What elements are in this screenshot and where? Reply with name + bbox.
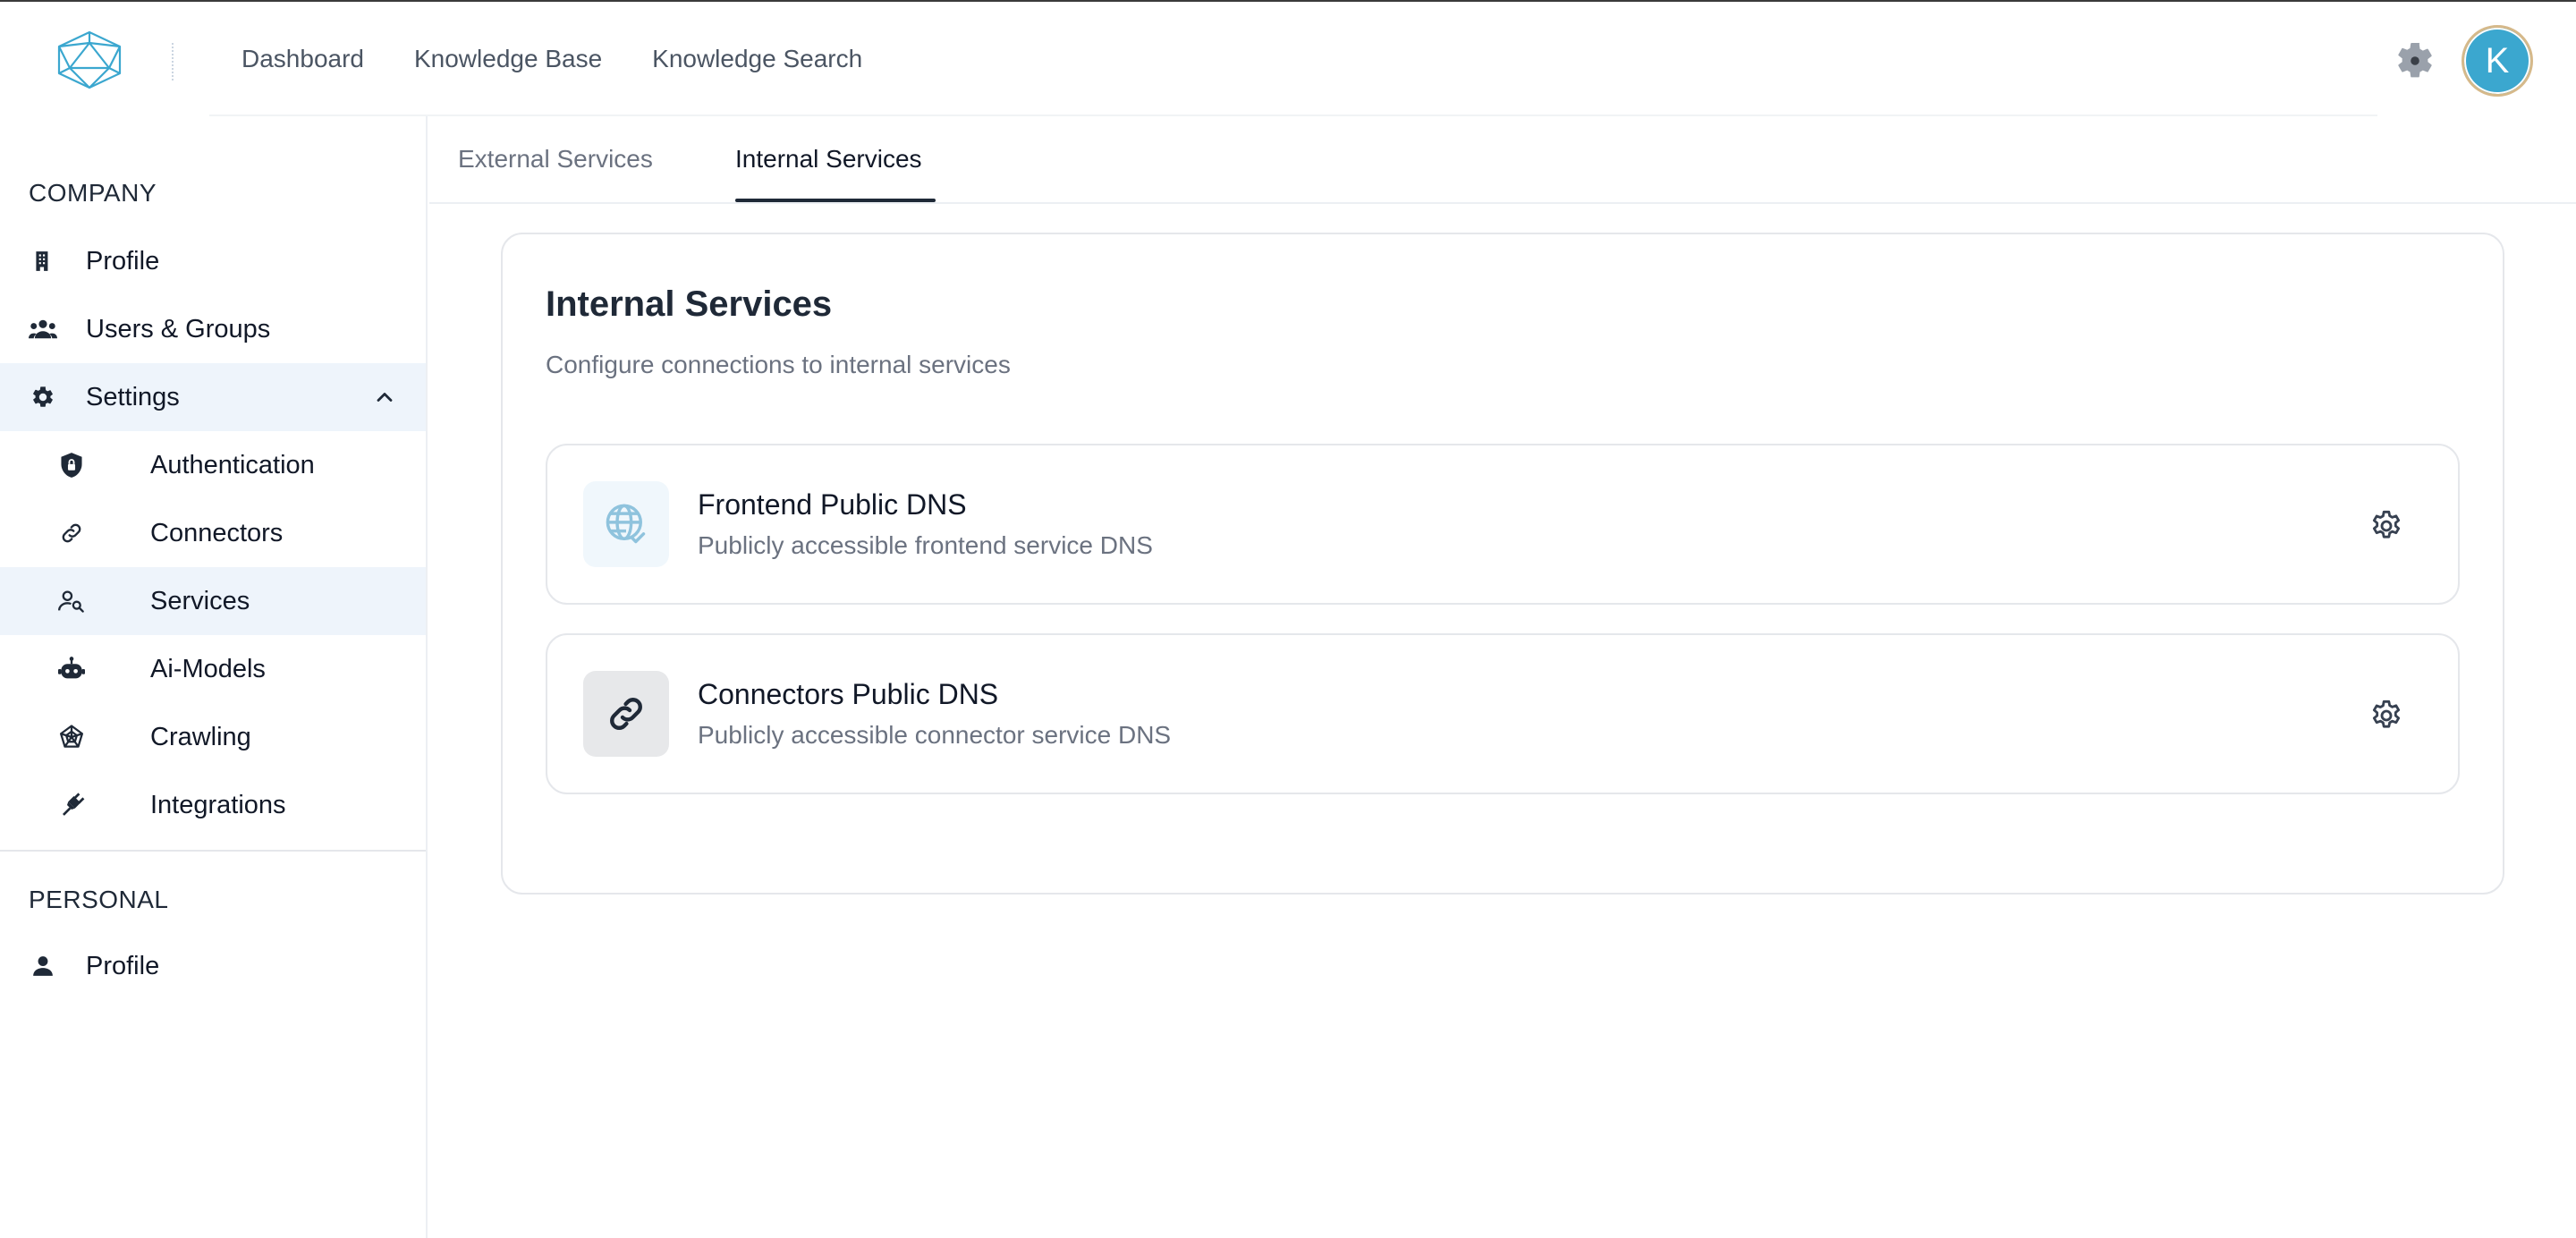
plug-icon <box>55 789 88 821</box>
service-row-frontend-dns[interactable]: Frontend Public DNS Publicly accessible … <box>546 444 2460 605</box>
globe-check-icon <box>583 481 669 567</box>
sidebar-item-authentication[interactable]: Authentication <box>0 431 426 499</box>
nav-dashboard[interactable]: Dashboard <box>242 45 364 73</box>
sidebar-item-label: Authentication <box>150 450 315 479</box>
nav-knowledge-search[interactable]: Knowledge Search <box>652 45 862 73</box>
internal-services-card: Internal Services Configure connections … <box>501 233 2504 895</box>
sidebar-item-integrations[interactable]: Integrations <box>0 771 426 839</box>
person-icon <box>27 950 59 982</box>
top-header: Dashboard Knowledge Base Knowledge Searc… <box>0 2 2576 116</box>
sidebar-item-label: Profile <box>86 246 160 276</box>
sidebar-item-services[interactable]: Services <box>0 567 426 635</box>
sidebar-item-settings[interactable]: Settings <box>0 363 426 431</box>
sidebar-item-company-profile[interactable]: Profile <box>0 227 426 295</box>
person-search-icon <box>55 585 88 617</box>
sidebar-item-personal-profile[interactable]: Profile <box>0 932 426 1000</box>
sidebar: COMPANY Profile Users & Groups Settings … <box>0 116 428 1238</box>
sidebar-item-label: Crawling <box>150 722 251 751</box>
gear-icon <box>27 381 59 413</box>
user-avatar[interactable]: K <box>2462 25 2533 97</box>
sidebar-divider <box>0 850 426 852</box>
users-icon <box>27 313 59 345</box>
sidebar-item-label: Ai-Models <box>150 654 266 683</box>
sidebar-item-users-groups[interactable]: Users & Groups <box>0 295 426 363</box>
spider-web-icon <box>55 721 88 753</box>
main-nav: Dashboard Knowledge Base Knowledge Searc… <box>242 2 862 116</box>
tab-internal-services[interactable]: Internal Services <box>735 145 922 174</box>
service-description: Publicly accessible frontend service DNS <box>698 531 1153 559</box>
section-title-personal: PERSONAL <box>29 886 169 913</box>
link-icon <box>55 517 88 549</box>
logo-separator <box>172 43 174 81</box>
tab-external-services[interactable]: External Services <box>458 145 653 174</box>
service-name: Frontend Public DNS <box>698 488 967 521</box>
icosahedron-logo-icon[interactable] <box>55 30 123 89</box>
shield-lock-icon <box>55 449 88 481</box>
service-description: Publicly accessible connector service DN… <box>698 721 1172 749</box>
sidebar-item-crawling[interactable]: Crawling <box>0 703 426 771</box>
service-name: Connectors Public DNS <box>698 678 999 710</box>
service-row-connectors-dns[interactable]: Connectors Public DNS Publicly accessibl… <box>546 633 2460 794</box>
robot-icon <box>55 653 88 685</box>
sidebar-item-label: Integrations <box>150 790 286 819</box>
nav-knowledge-base[interactable]: Knowledge Base <box>414 45 602 73</box>
section-title-company: COMPANY <box>29 179 157 207</box>
page-title: Internal Services <box>546 284 833 324</box>
sidebar-item-ai-models[interactable]: Ai-Models <box>0 635 426 703</box>
chevron-up-icon[interactable] <box>372 385 397 410</box>
service-tabs: External Services Internal Services <box>429 116 2576 204</box>
page-subtitle: Configure connections to internal servic… <box>546 351 1011 378</box>
gear-icon[interactable] <box>2368 508 2404 544</box>
sidebar-item-label: Profile <box>86 951 160 980</box>
sidebar-item-label: Settings <box>86 382 180 411</box>
gear-icon[interactable] <box>2394 39 2436 82</box>
link-icon <box>583 671 669 757</box>
building-icon <box>27 245 59 277</box>
sidebar-item-connectors[interactable]: Connectors <box>0 499 426 567</box>
sidebar-item-label: Connectors <box>150 518 284 547</box>
sidebar-item-label: Services <box>150 586 250 615</box>
active-tab-indicator <box>735 199 936 202</box>
sidebar-item-label: Users & Groups <box>86 314 271 343</box>
gear-icon[interactable] <box>2368 698 2404 733</box>
